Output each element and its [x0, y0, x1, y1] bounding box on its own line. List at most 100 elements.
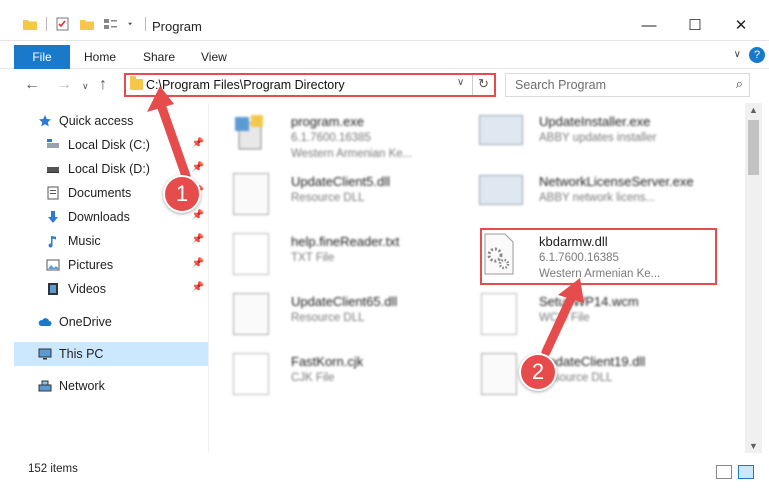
- file-detail: Western Armenian Ke...: [291, 148, 413, 160]
- file-item[interactable]: FastKorn.cjk CJK File: [219, 345, 459, 405]
- navigation-bar: ← → ∨ ↑ C:\Program Files\Program Directo…: [0, 69, 769, 103]
- properties-icon[interactable]: [55, 17, 71, 31]
- file-item[interactable]: program.exe 6.1.7600.16385 Western Armen…: [219, 105, 459, 165]
- sidebar-item-videos[interactable]: Videos 📌: [14, 277, 208, 301]
- address-bar[interactable]: C:\Program Files\Program Directory ∨ ↻: [124, 73, 496, 97]
- file-detail: WCM File: [539, 312, 590, 324]
- file-item[interactable]: SetupWP14.wcm WCM File: [467, 285, 707, 345]
- pin-icon: 📌: [191, 282, 204, 293]
- tab-share[interactable]: Share: [143, 45, 175, 69]
- scroll-down-icon[interactable]: ▼: [749, 441, 758, 451]
- tab-view[interactable]: View: [201, 45, 227, 69]
- file-detail: Resource DLL: [291, 312, 365, 324]
- file-name: UpdateClient5.dll: [291, 174, 391, 189]
- recent-locations-button[interactable]: ∨: [82, 81, 89, 92]
- callout-2: 2: [519, 353, 557, 391]
- file-detail: 6.1.7600.16385: [291, 132, 371, 144]
- blank-file-icon: [233, 353, 269, 395]
- pin-icon: 📌: [191, 234, 204, 245]
- details-view-icon[interactable]: [716, 465, 732, 479]
- customize-view-icon[interactable]: [103, 17, 119, 31]
- help-button[interactable]: ?: [749, 47, 765, 63]
- pin-icon: 📌: [191, 162, 204, 173]
- sidebar-item-pictures[interactable]: Pictures 📌: [14, 253, 208, 277]
- large-icons-view-icon[interactable]: [738, 465, 754, 479]
- pin-icon: 📌: [191, 138, 204, 149]
- scroll-thumb[interactable]: [748, 120, 759, 175]
- file-detail: Resource DLL: [291, 192, 365, 204]
- sidebar-item-label: OneDrive: [59, 315, 112, 329]
- file-item[interactable]: UpdateClient5.dll Resource DLL: [219, 165, 459, 225]
- highlight-box: [480, 228, 717, 285]
- file-detail: TXT File: [291, 252, 335, 264]
- gear-file-icon: [233, 293, 269, 335]
- search-input[interactable]: Search Program: [515, 78, 606, 92]
- ribbon-tabs: File Home Share View ∨ ?: [0, 41, 769, 69]
- sidebar-item-music[interactable]: Music 📌: [14, 229, 208, 253]
- sidebar-item-local-disk-c[interactable]: Local Disk (C:) 📌: [14, 133, 208, 157]
- sidebar-item-onedrive[interactable]: OneDrive: [14, 310, 208, 334]
- address-divider: [472, 75, 473, 95]
- title-bar: Program — ☐ ✕: [0, 0, 769, 41]
- file-name: NetworkLicenseServer.exe: [539, 174, 694, 189]
- file-list: program.exe 6.1.7600.16385 Western Armen…: [209, 103, 745, 453]
- file-item[interactable]: NetworkLicenseServer.exe ABBY network li…: [467, 165, 707, 225]
- installer-icon: [235, 115, 263, 150]
- window-icon: [479, 175, 523, 205]
- gear-file-icon: [233, 173, 269, 215]
- drive-icon: [47, 139, 59, 148]
- sidebar-item-this-pc[interactable]: This PC: [14, 342, 208, 366]
- tab-home[interactable]: Home: [84, 45, 116, 69]
- pictures-icon: [46, 259, 60, 271]
- cloud-icon: [38, 318, 52, 326]
- search-box[interactable]: Search Program ⌕: [505, 73, 750, 97]
- pin-icon: 📌: [191, 210, 204, 221]
- sidebar-item-label: This PC: [59, 347, 104, 361]
- sidebar-item-network[interactable]: Network: [14, 374, 208, 398]
- quick-access-toolbar: [22, 17, 146, 31]
- forward-button[interactable]: →: [56, 76, 72, 94]
- refresh-button[interactable]: ↻: [478, 76, 489, 92]
- minimize-button[interactable]: —: [626, 10, 672, 40]
- up-button[interactable]: ↑: [99, 76, 107, 94]
- search-icon[interactable]: ⌕: [736, 76, 743, 92]
- videos-icon: [48, 283, 58, 295]
- back-button[interactable]: ←: [24, 76, 40, 94]
- star-icon: [39, 115, 51, 127]
- maximize-button[interactable]: ☐: [672, 10, 718, 40]
- close-button[interactable]: ✕: [718, 10, 764, 40]
- vertical-scrollbar[interactable]: ▲ ▼: [745, 103, 762, 453]
- sidebar-item-label: Videos: [68, 282, 106, 296]
- file-name: help.fineReader.txt: [291, 234, 400, 249]
- new-folder-icon[interactable]: [79, 17, 95, 31]
- documents-icon: [47, 186, 59, 200]
- sidebar-item-label: Local Disk (C:): [68, 138, 150, 152]
- sidebar-item-label: Local Disk (D:): [68, 162, 150, 176]
- item-count: 152 items: [28, 463, 78, 475]
- customize-toolbar-icon[interactable]: [127, 17, 137, 31]
- tab-file[interactable]: File: [14, 45, 70, 69]
- sidebar-item-label: Downloads: [68, 210, 130, 224]
- sidebar-item-label: Network: [59, 379, 105, 393]
- file-item[interactable]: UpdateClient19.dll Resource DLL: [467, 345, 707, 405]
- file-item[interactable]: UpdateInstaller.exe ABBY updates install…: [467, 105, 707, 165]
- window-title: Program: [152, 19, 202, 34]
- file-name: UpdateInstaller.exe: [539, 114, 651, 129]
- pin-icon: 📌: [191, 258, 204, 269]
- folder-icon: [130, 76, 143, 90]
- file-item[interactable]: UpdateClient65.dll Resource DLL: [219, 285, 459, 345]
- sidebar-item-label: Music: [68, 234, 101, 248]
- callout-1: 1: [163, 175, 201, 213]
- file-detail: ABBY network licens...: [539, 192, 656, 204]
- expand-ribbon-button[interactable]: ∨: [734, 49, 741, 60]
- address-path[interactable]: C:\Program Files\Program Directory: [146, 78, 345, 92]
- file-name: FastKorn.cjk: [291, 354, 364, 369]
- address-dropdown-button[interactable]: ∨: [457, 77, 464, 88]
- file-detail: ABBY updates installer: [539, 132, 657, 144]
- file-item[interactable]: help.fineReader.txt TXT File: [219, 225, 459, 285]
- folder-icon[interactable]: [22, 17, 38, 31]
- scroll-up-icon[interactable]: ▲: [749, 105, 758, 115]
- sidebar-item-quick-access[interactable]: Quick access: [14, 109, 208, 133]
- toolbar-divider: [145, 17, 146, 31]
- file-detail: CJK File: [291, 372, 335, 384]
